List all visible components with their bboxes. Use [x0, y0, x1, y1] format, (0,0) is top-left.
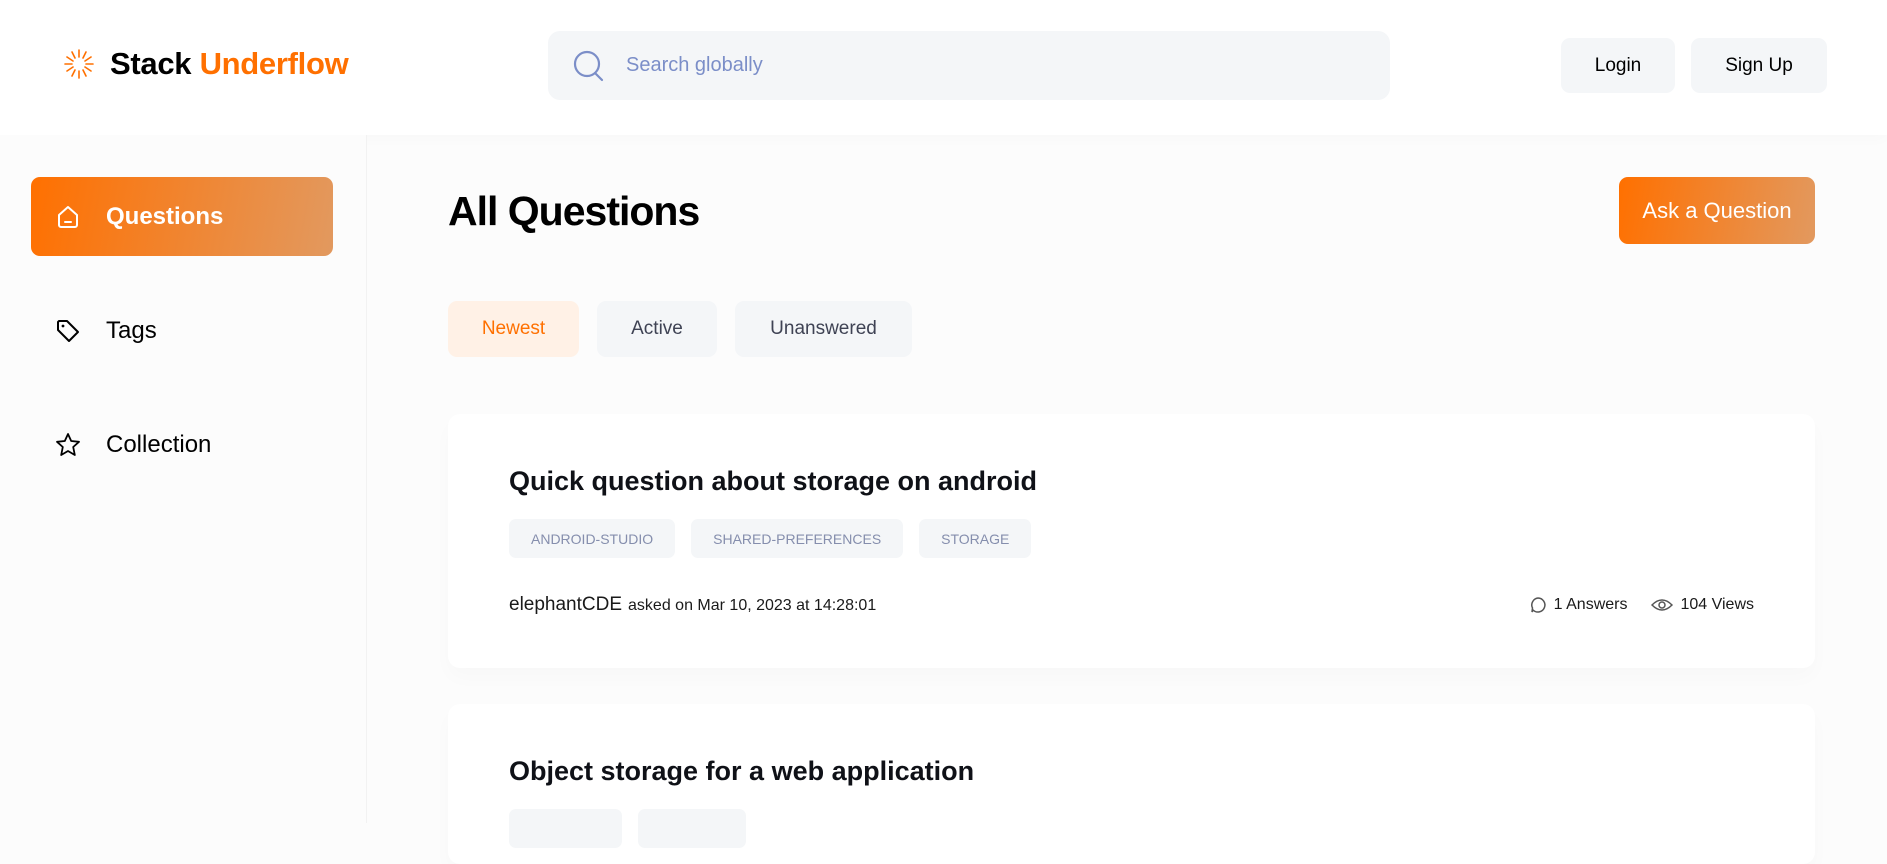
question-card: Object storage for a web application: [448, 704, 1815, 864]
filter-unanswered[interactable]: Unanswered: [735, 301, 912, 357]
global-search[interactable]: [548, 31, 1390, 100]
comment-icon: [1530, 597, 1546, 613]
question-stats: 1 Answers 104 Views: [1515, 596, 1754, 614]
sidebar-item-label: Questions: [106, 202, 224, 230]
answers-count: 1 Answers: [1529, 596, 1627, 614]
page-title: All Questions: [448, 188, 700, 234]
signup-button[interactable]: Sign Up: [1691, 38, 1827, 93]
tag-badge[interactable]: [638, 809, 746, 848]
sidebar-item-label: Collection: [106, 430, 212, 458]
brand-name: Stack Underflow: [110, 46, 349, 81]
eye-icon: [1651, 599, 1674, 611]
tag-badge[interactable]: [509, 809, 622, 848]
tag-icon: [57, 319, 79, 342]
question-title[interactable]: Quick question about storage on android: [509, 466, 1037, 497]
home-icon: [58, 205, 78, 228]
question-card: Quick question about storage on android …: [448, 414, 1815, 668]
tag-badge[interactable]: storage: [919, 519, 1032, 558]
login-button[interactable]: Login: [1561, 38, 1675, 93]
top-navbar: Stack Underflow Login Sign Up: [0, 0, 1887, 135]
sidebar-item-collection[interactable]: Collection: [31, 405, 333, 484]
sidebar-item-questions[interactable]: Questions: [31, 177, 333, 256]
logo[interactable]: Stack Underflow: [62, 46, 349, 82]
sidebar-item-label: Tags: [106, 316, 157, 344]
question-title[interactable]: Object storage for a web application: [509, 756, 974, 787]
asked-time: asked on Mar 10, 2023 at 14:28:01: [628, 597, 877, 614]
filter-active[interactable]: Active: [597, 301, 717, 357]
tag-badge[interactable]: shared-preferences: [691, 519, 904, 558]
question-meta: elephantCDE asked on Mar 10, 2023 at 14:…: [509, 594, 876, 616]
ask-question-button[interactable]: Ask a Question: [1619, 177, 1815, 244]
logo-icon: [64, 49, 94, 79]
tag-list: android-studio shared-preferences storag…: [509, 519, 1032, 558]
search-input[interactable]: [626, 54, 1326, 77]
star-icon: [56, 432, 80, 456]
search-icon: [573, 50, 604, 81]
left-sidebar: Questions Tags Collection: [0, 135, 367, 823]
author-name[interactable]: elephantCDE: [509, 594, 622, 616]
tag-list: [509, 809, 746, 848]
sidebar-item-tags[interactable]: Tags: [31, 291, 333, 370]
views-count: 104 Views: [1651, 596, 1754, 614]
filter-newest[interactable]: Newest: [448, 301, 579, 357]
tag-badge[interactable]: android-studio: [509, 519, 676, 558]
